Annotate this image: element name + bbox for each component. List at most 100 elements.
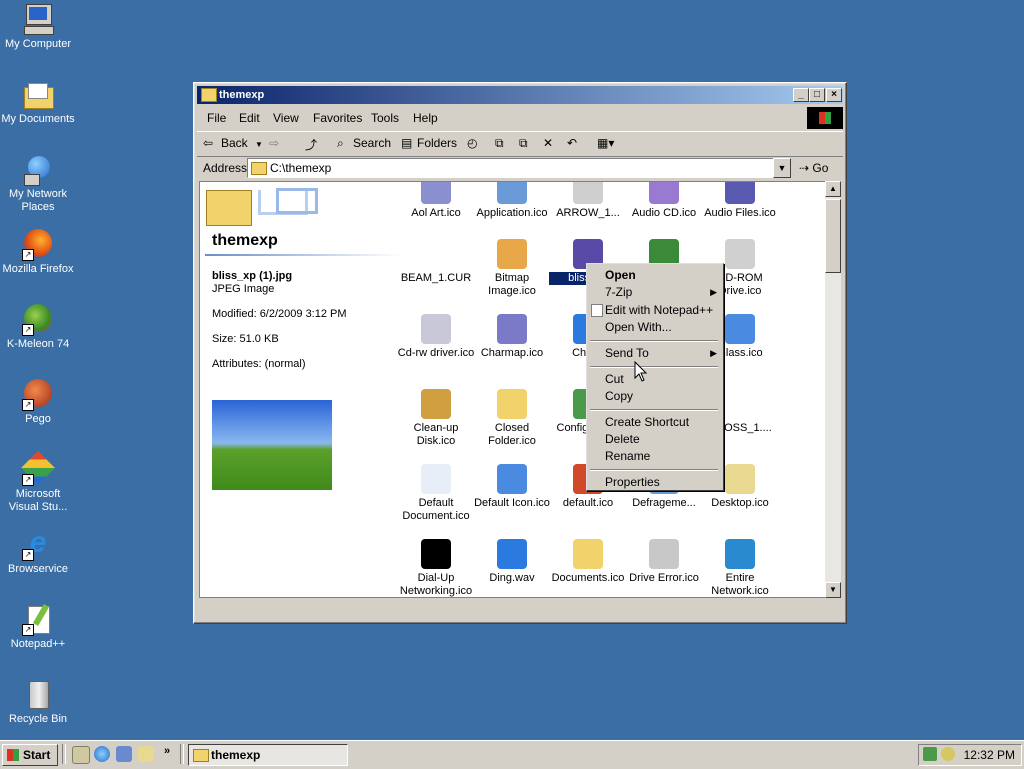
file-label: Application.ico xyxy=(476,207,548,219)
file-type-icon xyxy=(421,314,451,344)
file-label: Bitmap Image.ico xyxy=(488,272,536,297)
file-item[interactable]: Dial-Up Networking.ico xyxy=(397,539,475,597)
menu-tools[interactable]: Tools xyxy=(371,111,399,125)
taskbar-window-button[interactable]: themexp xyxy=(188,744,348,766)
minimize-button[interactable]: _ xyxy=(793,88,809,102)
selected-file-name: bliss_xp (1).jpg xyxy=(212,270,293,282)
file-item[interactable]: Default Document.ico xyxy=(397,464,475,523)
file-item[interactable]: Audio CD.ico xyxy=(625,182,703,220)
scroll-thumb[interactable] xyxy=(825,199,841,273)
back-button[interactable]: Back xyxy=(221,136,248,150)
selected-file-attributes: Attributes: (normal) xyxy=(212,358,306,370)
file-view[interactable]: themexp bliss_xp (1).jpg JPEG Image Modi… xyxy=(199,181,827,598)
folders-icon[interactable]: ▤ xyxy=(401,136,412,150)
address-input[interactable]: C:\themexp xyxy=(247,158,779,178)
back-arrow-icon[interactable]: ⇦ xyxy=(203,136,213,150)
menu-edit[interactable]: Edit xyxy=(239,111,260,125)
desktop-icon-notepad-plus-plus[interactable]: ↗ Notepad++ xyxy=(0,603,76,651)
file-type-icon xyxy=(497,182,527,204)
file-item[interactable]: Aol Art.ico xyxy=(397,182,475,220)
menu-separator xyxy=(590,409,718,411)
file-item[interactable]: Clean-up Disk.ico xyxy=(397,389,475,448)
desktop-icon-label: Browservice xyxy=(8,563,68,575)
more-icon[interactable]: » xyxy=(164,745,170,757)
desktop-icon-pego[interactable]: ↗ Pego xyxy=(0,379,76,426)
search-button[interactable]: Search xyxy=(353,136,391,150)
context-menu-item-edit-notepad[interactable]: Edit with Notepad++ xyxy=(605,303,713,317)
divider xyxy=(205,254,400,256)
file-item[interactable]: Application.ico xyxy=(473,182,551,220)
context-menu-item-send-to[interactable]: Send To xyxy=(605,346,649,360)
history-icon[interactable]: ◴ xyxy=(467,136,477,150)
explorer-window[interactable]: themexp _ □ × File Edit View Favorites T… xyxy=(193,82,847,624)
close-button[interactable]: × xyxy=(826,88,842,102)
menu-view[interactable]: View xyxy=(273,111,299,125)
folders-button[interactable]: Folders xyxy=(417,136,457,150)
pane-title: themexp xyxy=(212,232,278,249)
file-item[interactable]: Drive Error.ico xyxy=(625,539,703,585)
taskbar-window-label: themexp xyxy=(211,748,261,762)
scroll-down-button[interactable]: ▼ xyxy=(825,582,841,598)
back-dropdown-icon[interactable]: ▼ xyxy=(255,140,263,149)
copy-to-icon[interactable]: ⧉ xyxy=(519,136,528,151)
search-icon[interactable]: ⌕ xyxy=(337,136,344,151)
address-dropdown-button[interactable]: ▼ xyxy=(773,158,791,178)
context-menu-item-copy[interactable]: Copy xyxy=(605,389,633,403)
forward-button[interactable]: ⇨ xyxy=(269,136,279,150)
file-item[interactable]: Closed Folder.ico xyxy=(473,389,551,448)
file-item[interactable]: Audio Files.ico xyxy=(701,182,779,220)
vertical-scrollbar[interactable]: ▲ ▼ xyxy=(825,181,841,598)
desktop-icon-recycle-bin[interactable]: Recycle Bin xyxy=(0,679,76,726)
menu-help[interactable]: Help xyxy=(413,111,438,125)
clock[interactable]: 12:32 PM xyxy=(964,748,1015,762)
up-folder-icon[interactable]: ⤴ xyxy=(305,136,317,153)
desktop-icon-my-network-places[interactable]: My Network Places xyxy=(0,154,76,214)
context-menu-item-properties[interactable]: Properties xyxy=(605,475,660,489)
maximize-button[interactable]: □ xyxy=(809,88,825,102)
desktop-icon-mozilla-firefox[interactable]: ↗ Mozilla Firefox xyxy=(0,229,76,276)
notepad-icon[interactable] xyxy=(138,746,154,762)
file-item[interactable]: Charmap.ico xyxy=(473,314,551,360)
menu-favorites[interactable]: Favorites xyxy=(313,111,362,125)
file-label: BEAM_1.CUR xyxy=(400,272,472,284)
context-menu-item-open[interactable]: Open xyxy=(605,268,636,282)
go-button[interactable]: ⇢ Go xyxy=(799,161,828,175)
file-item[interactable]: Cd-rw driver.ico xyxy=(397,314,475,360)
network-globe-icon xyxy=(22,154,54,186)
file-item[interactable]: Entire Network.ico xyxy=(701,539,779,597)
undo-icon[interactable]: ↶ xyxy=(567,136,577,150)
file-label: Cd-rw driver.ico xyxy=(397,347,475,359)
move-to-icon[interactable]: ⧉ xyxy=(495,136,504,151)
internet-explorer-icon: e ↗ xyxy=(22,528,54,561)
network-tray-icon[interactable] xyxy=(923,747,937,761)
desktop-icon-my-documents[interactable]: My Documents xyxy=(0,79,76,126)
desktop-icon-my-computer[interactable]: My Computer xyxy=(0,4,76,51)
context-menu-item-open-with[interactable]: Open With... xyxy=(605,320,672,334)
menu-file[interactable]: File xyxy=(207,111,226,125)
start-button[interactable]: Start xyxy=(2,744,58,766)
desktop-icon-browservice[interactable]: e ↗ Browservice xyxy=(0,528,76,576)
context-menu-item-delete[interactable]: Delete xyxy=(605,432,640,446)
file-item[interactable]: Ding.wav xyxy=(473,539,551,585)
volume-tray-icon[interactable] xyxy=(941,747,955,761)
file-item[interactable]: ARROW_1... xyxy=(549,182,627,220)
file-item[interactable]: BEAM_1.CUR xyxy=(397,239,475,285)
delete-icon[interactable]: ✕ xyxy=(543,136,553,150)
desktop-icon-label: Recycle Bin xyxy=(8,713,68,725)
scroll-up-button[interactable]: ▲ xyxy=(825,181,841,197)
menu-separator xyxy=(590,340,718,342)
file-item[interactable]: Documents.ico xyxy=(549,539,627,585)
context-menu-item-create-shortcut[interactable]: Create Shortcut xyxy=(605,415,689,429)
file-item[interactable]: Bitmap Image.ico xyxy=(473,239,551,298)
context-menu-item-rename[interactable]: Rename xyxy=(605,449,650,463)
title-bar[interactable]: themexp _ □ × xyxy=(197,86,843,104)
desktop-icon-visual-studio[interactable]: ↗ Microsoft Visual Stu... xyxy=(0,451,76,514)
views-icon[interactable]: ▦▾ xyxy=(597,136,614,150)
outlook-icon[interactable] xyxy=(116,746,132,762)
internet-explorer-icon[interactable] xyxy=(94,746,110,762)
context-menu-item-cut[interactable]: Cut xyxy=(605,372,624,386)
file-item[interactable]: Default Icon.ico xyxy=(473,464,551,510)
desktop-icon-k-meleon[interactable]: ↗ K-Meleon 74 xyxy=(0,304,76,351)
context-menu-item-7zip[interactable]: 7-Zip xyxy=(605,285,632,299)
show-desktop-icon[interactable] xyxy=(72,746,90,764)
